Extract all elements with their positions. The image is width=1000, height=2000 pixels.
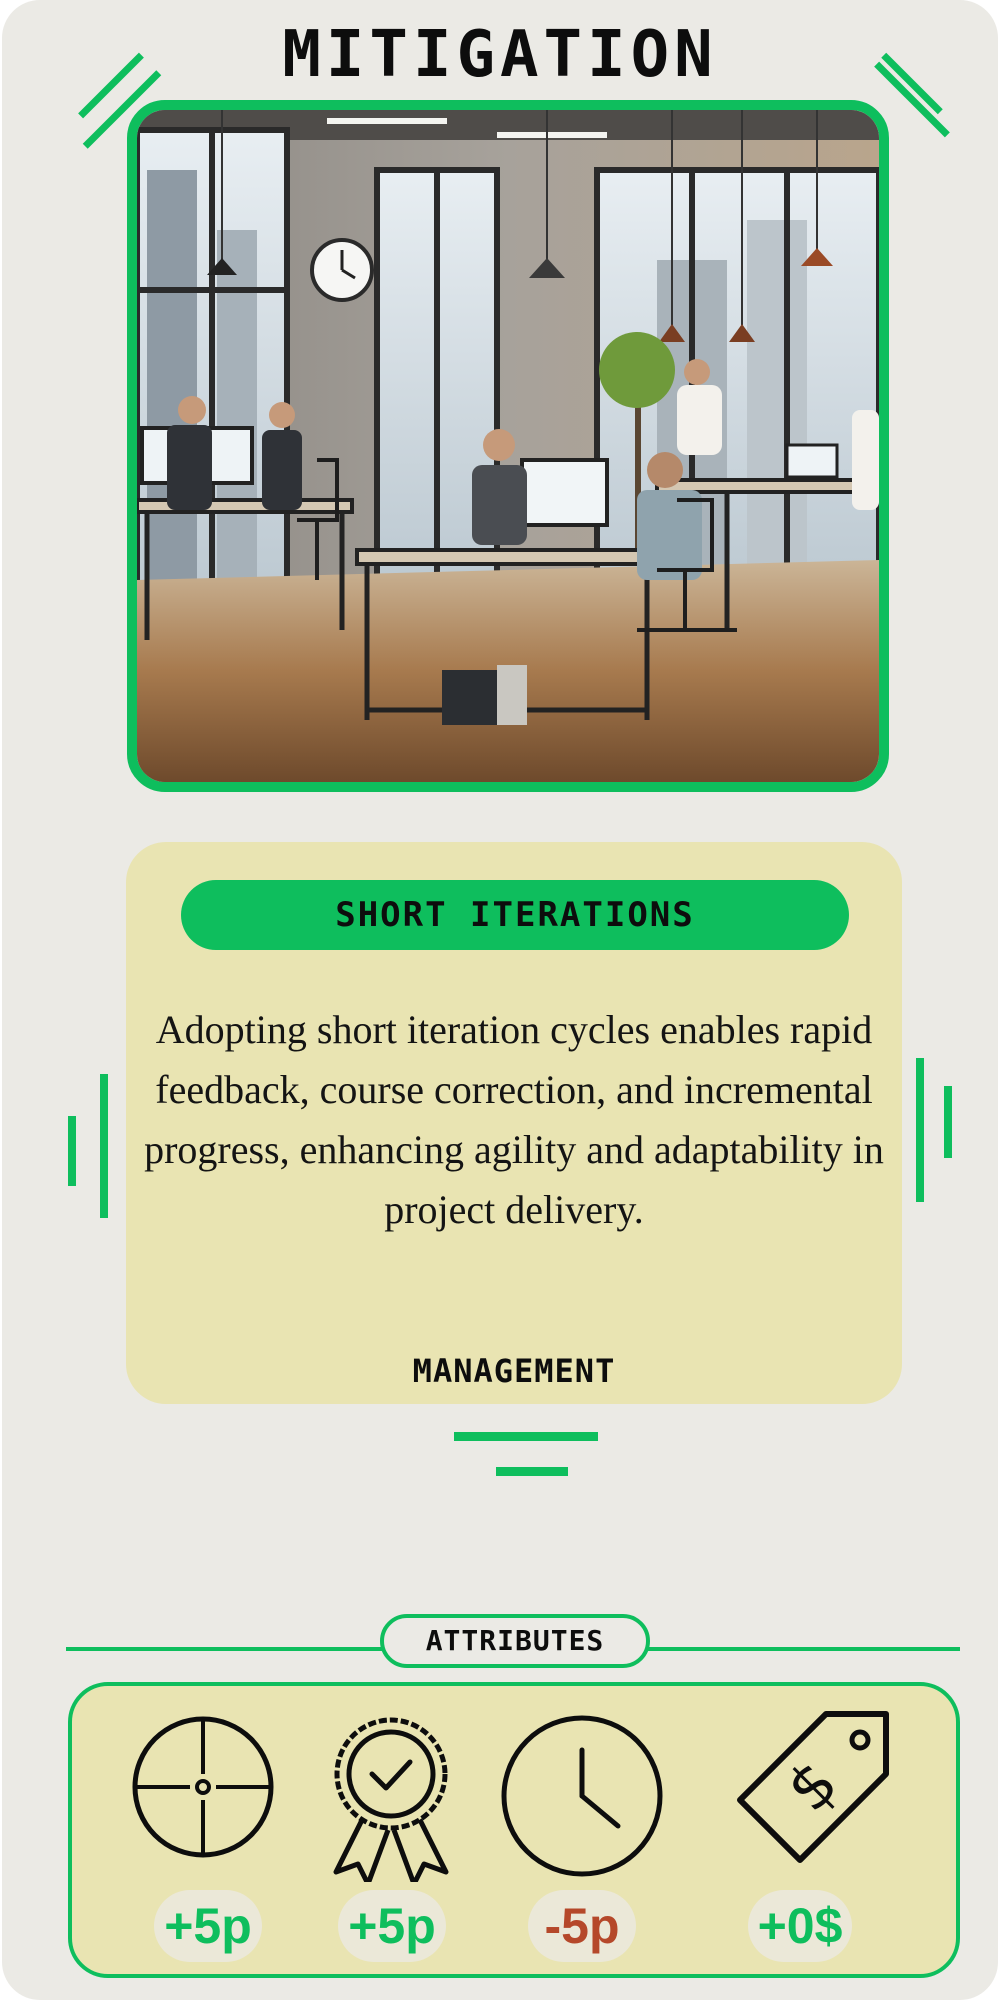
deco-underline-2 xyxy=(496,1467,568,1476)
mitigation-category: MANAGEMENT xyxy=(412,1352,616,1390)
mitigation-name: SHORT ITERATIONS xyxy=(181,880,849,950)
mitigation-card: MITIGATION SHORT ITERATIONS Adopting sho… xyxy=(2,0,998,2000)
clock-icon xyxy=(501,1715,663,1877)
price-tag-icon: $ xyxy=(737,1711,889,1863)
card-illustration xyxy=(127,100,889,792)
attributes-heading: ATTRIBUTES xyxy=(380,1614,650,1668)
deco-bar-left-1 xyxy=(68,1116,76,1186)
attribute-value-2: +5p xyxy=(338,1890,446,1962)
attribute-value-1: +5p xyxy=(154,1890,262,1962)
office-scene-illustration xyxy=(137,110,879,782)
deco-bar-right-2 xyxy=(944,1086,952,1158)
deco-underline-1 xyxy=(454,1432,598,1441)
crosshair-icon xyxy=(132,1716,274,1858)
deco-bar-right-1 xyxy=(916,1058,924,1202)
attribute-value-3: -5p xyxy=(528,1890,636,1962)
award-ribbon-icon xyxy=(333,1717,449,1882)
mitigation-description: Adopting short iteration cycles enables … xyxy=(144,1007,884,1232)
mitigation-info-panel: SHORT ITERATIONS Adopting short iteratio… xyxy=(126,842,902,1404)
deco-bar-left-2 xyxy=(100,1074,108,1218)
attribute-value-4: +0$ xyxy=(748,1890,852,1962)
